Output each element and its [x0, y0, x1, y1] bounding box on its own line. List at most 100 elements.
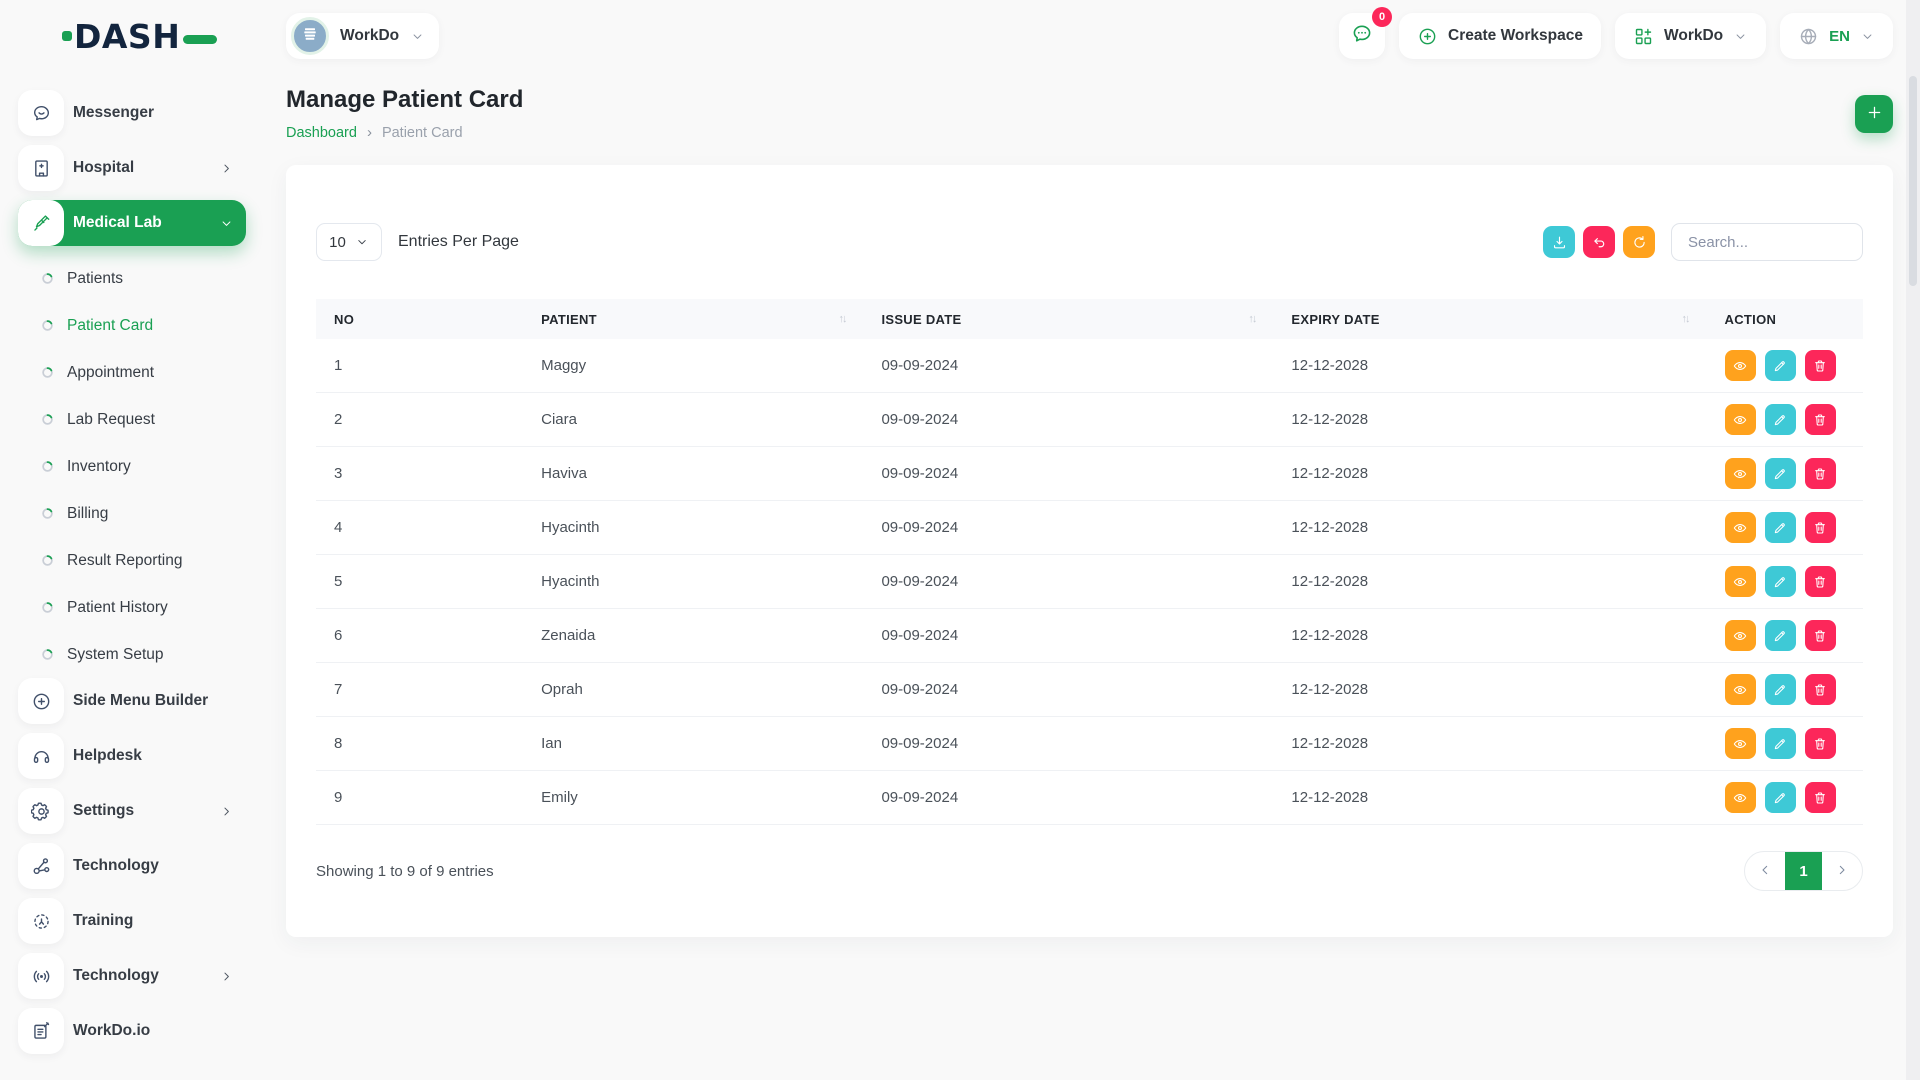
view-button[interactable]	[1725, 404, 1756, 435]
delete-button[interactable]	[1805, 566, 1836, 597]
messenger-icon	[18, 90, 64, 136]
pagination-prev-button[interactable]	[1745, 851, 1785, 891]
delete-button[interactable]	[1805, 782, 1836, 813]
edit-button[interactable]	[1765, 620, 1796, 651]
delete-button[interactable]	[1805, 728, 1836, 759]
patient-card-panel: 10 Entries Per Page NOPATIENT↑↓ISSUE DAT…	[286, 165, 1893, 937]
circle-icon	[40, 365, 55, 380]
view-button[interactable]	[1725, 566, 1756, 597]
sidebar-subitem-result-reporting[interactable]: Result Reporting	[18, 537, 246, 584]
sidebar-subitem-inventory[interactable]: Inventory	[18, 443, 246, 490]
workspace-name: WorkDo	[340, 27, 399, 45]
pagination-next-button[interactable]	[1822, 851, 1862, 891]
refresh-icon	[1631, 234, 1648, 251]
delete-button[interactable]	[1805, 404, 1836, 435]
view-button[interactable]	[1725, 620, 1756, 651]
delete-button[interactable]	[1805, 674, 1836, 705]
undo-button[interactable]	[1583, 226, 1615, 258]
add-patient-card-button[interactable]	[1855, 95, 1893, 133]
edit-button[interactable]	[1765, 674, 1796, 705]
column-header-patient[interactable]: PATIENT↑↓	[517, 299, 857, 339]
column-header-issue-date[interactable]: ISSUE DATE↑↓	[857, 299, 1267, 339]
eye-icon	[1732, 628, 1748, 644]
view-button[interactable]	[1725, 350, 1756, 381]
sidebar: DASH Messenger Hospital Medical Lab Pati…	[0, 0, 260, 1080]
sidebar-item-technology[interactable]: Technology	[18, 843, 246, 889]
view-button[interactable]	[1725, 782, 1756, 813]
sidebar-item-messenger[interactable]: Messenger	[18, 90, 246, 136]
sort-icon: ↑↓	[1682, 313, 1689, 325]
plus-circle-icon	[18, 678, 64, 724]
view-button[interactable]	[1725, 458, 1756, 489]
hospital-icon	[18, 145, 64, 191]
table-row: 3 Haviva 09-09-2024 12-12-2028	[316, 447, 1863, 501]
chevron-down-icon	[1860, 29, 1875, 44]
brand-logo[interactable]: DASH	[62, 17, 217, 56]
main-content: Manage Patient Card Dashboard › Patient …	[260, 72, 1920, 1080]
eye-icon	[1732, 358, 1748, 374]
trash-icon	[1812, 412, 1828, 428]
sidebar-item-settings[interactable]: Settings	[18, 788, 246, 834]
workspace-selector[interactable]: WorkDo	[286, 13, 439, 59]
download-button[interactable]	[1543, 226, 1575, 258]
refresh-button[interactable]	[1623, 226, 1655, 258]
sidebar-subitem-lab-request[interactable]: Lab Request	[18, 396, 246, 443]
eye-icon	[1732, 574, 1748, 590]
edit-button[interactable]	[1765, 566, 1796, 597]
sidebar-item-medical-lab[interactable]: Medical Lab	[18, 200, 246, 246]
pagination-page-1[interactable]: 1	[1785, 851, 1822, 891]
sidebar-subitem-patients[interactable]: Patients	[18, 255, 246, 302]
edit-button[interactable]	[1765, 458, 1796, 489]
sidebar-item-label: Helpdesk	[73, 747, 246, 765]
sidebar-subitem-patient-history[interactable]: Patient History	[18, 584, 246, 631]
table-row: 7 Oprah 09-09-2024 12-12-2028	[316, 663, 1863, 717]
trash-icon	[1812, 466, 1828, 482]
edit-button[interactable]	[1765, 782, 1796, 813]
delete-button[interactable]	[1805, 512, 1836, 543]
headphones-icon	[18, 733, 64, 779]
sidebar-item-label: WorkDo.io	[73, 1022, 246, 1040]
column-header-expiry-date[interactable]: EXPIRY DATE↑↓	[1267, 299, 1700, 339]
edit-button[interactable]	[1765, 350, 1796, 381]
chevron-right-icon	[219, 161, 234, 176]
circle-icon	[40, 412, 55, 427]
sidebar-subitem-patient-card[interactable]: Patient Card	[18, 302, 246, 349]
delete-button[interactable]	[1805, 458, 1836, 489]
sidebar-item-side-menu-builder[interactable]: Side Menu Builder	[18, 678, 246, 724]
column-header-no: NO	[316, 299, 517, 339]
eye-icon	[1732, 412, 1748, 428]
plus-circle-icon	[1417, 26, 1438, 47]
eye-icon	[1732, 520, 1748, 536]
sidebar-item-technology[interactable]: Technology	[18, 953, 246, 999]
sidebar-item-workdo-io[interactable]: WorkDo.io	[18, 1008, 246, 1054]
scrollbar[interactable]	[1906, 0, 1920, 1080]
edit-button[interactable]	[1765, 728, 1796, 759]
sidebar-item-helpdesk[interactable]: Helpdesk	[18, 733, 246, 779]
edit-button[interactable]	[1765, 404, 1796, 435]
sidebar-item-label: Medical Lab	[73, 214, 219, 232]
sidebar-item-label: System Setup	[67, 646, 164, 664]
edit-button[interactable]	[1765, 512, 1796, 543]
view-button[interactable]	[1725, 728, 1756, 759]
sidebar-item-label: Patient History	[67, 599, 168, 617]
sidebar-subitem-appointment[interactable]: Appointment	[18, 349, 246, 396]
delete-button[interactable]	[1805, 620, 1836, 651]
sidebar-item-hospital[interactable]: Hospital	[18, 145, 246, 191]
breadcrumb-dashboard-link[interactable]: Dashboard	[286, 125, 357, 141]
sidebar-item-training[interactable]: Training	[18, 898, 246, 944]
language-selector[interactable]: EN	[1780, 13, 1893, 59]
plus-icon	[1865, 103, 1884, 125]
messages-button[interactable]: 0	[1339, 13, 1385, 59]
view-button[interactable]	[1725, 512, 1756, 543]
entries-per-page-select[interactable]: 10	[316, 223, 382, 261]
view-button[interactable]	[1725, 674, 1756, 705]
search-input[interactable]	[1671, 223, 1863, 261]
sidebar-subitem-billing[interactable]: Billing	[18, 490, 246, 537]
workdo-menu-button[interactable]: WorkDo	[1615, 13, 1766, 59]
breadcrumb: Dashboard › Patient Card	[286, 124, 523, 141]
delete-button[interactable]	[1805, 350, 1836, 381]
create-workspace-button[interactable]: Create Workspace	[1399, 13, 1601, 59]
chevron-right-icon	[219, 804, 234, 819]
scrollbar-thumb[interactable]	[1909, 76, 1917, 286]
sidebar-subitem-system-setup[interactable]: System Setup	[18, 631, 246, 678]
